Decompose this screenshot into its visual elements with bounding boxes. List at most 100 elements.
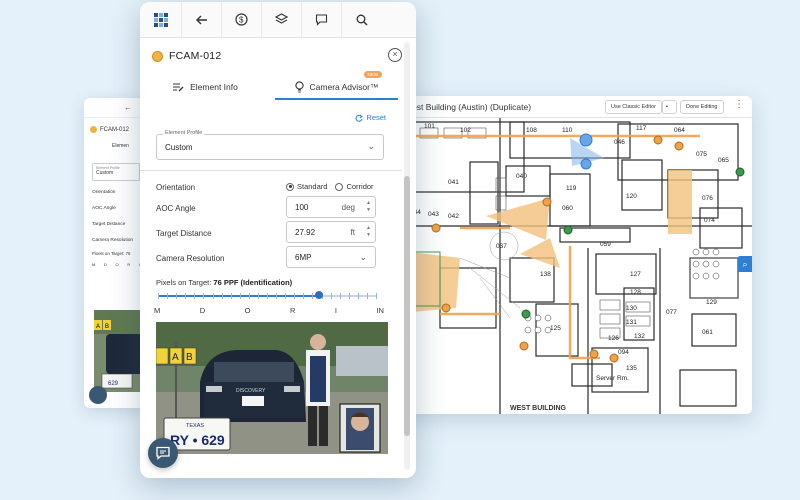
svg-text:040: 040	[516, 173, 527, 180]
app-logo[interactable]	[140, 2, 182, 38]
tab-element-info[interactable]: Element Info	[140, 74, 271, 100]
mini-ppf-scale: M D O R I	[84, 262, 148, 267]
use-classic-editor-button[interactable]: Use Classic Editor	[605, 100, 662, 114]
mini-element-profile[interactable]: Element Profile Custom	[92, 163, 140, 181]
floor-plan-title: est Building (Austin) (Duplicate)	[412, 101, 532, 112]
svg-text:120: 120	[626, 193, 637, 200]
aoc-angle-unit: deg	[341, 203, 355, 212]
more-options-icon[interactable]: ⋮	[734, 99, 744, 110]
svg-text:132: 132	[634, 333, 645, 340]
orientation-corridor-radio[interactable]: Corridor	[335, 182, 374, 191]
svg-text:042: 042	[448, 213, 459, 220]
layers-icon[interactable]	[262, 2, 302, 38]
plate-number: RY • 629	[170, 432, 225, 448]
aoc-angle-value: 100	[295, 203, 309, 212]
chevron-down-icon: ⌄	[367, 141, 375, 151]
stepper-icon[interactable]: ▲ ▼	[366, 200, 371, 214]
target-distance-label: Target Distance	[156, 229, 212, 238]
svg-text:043: 043	[428, 211, 439, 218]
target-distance-input[interactable]: 27.92 ft ▲ ▼	[286, 221, 376, 243]
svg-text:046: 046	[614, 139, 625, 146]
mini-tab-label: Elemen	[112, 143, 129, 149]
svg-text:037: 037	[496, 243, 507, 250]
svg-text:075: 075	[696, 151, 707, 158]
comment-icon[interactable]	[302, 2, 342, 38]
svg-text:108: 108	[526, 127, 537, 134]
ppf-slider-knob-track	[158, 291, 376, 299]
orientation-radio-group: Standard Corridor	[286, 182, 374, 191]
done-editing-button[interactable]: Done Editing	[680, 100, 724, 114]
camera-status-dot	[152, 50, 163, 62]
target-distance-unit: ft	[350, 228, 355, 237]
ppf-scale-r: R	[289, 306, 296, 315]
ppf-scale-i: I	[334, 306, 337, 315]
camera-preview-image: A B DISCOVERY TEXAS RY • 629	[156, 322, 388, 454]
orientation-corridor-label: Corridor	[346, 182, 374, 191]
back-arrow-icon[interactable]	[182, 2, 222, 38]
mini-scale-m: M	[92, 262, 96, 267]
element-profile-select[interactable]: Element Profile Custom ⌄	[156, 130, 384, 160]
pixels-on-target: Pixels on Target: 76 PPF (Identification…	[156, 278, 292, 287]
camera-status-dot	[90, 126, 97, 133]
refresh-icon	[356, 114, 364, 122]
svg-text:Server Rm.: Server Rm.	[596, 375, 629, 382]
element-profile-label: Element Profile	[163, 130, 205, 136]
cost-icon[interactable]: $	[222, 2, 262, 38]
camera-resolution-select[interactable]: 6MP ⌄	[286, 246, 376, 268]
svg-text:076: 076	[702, 195, 713, 202]
svg-text:064: 064	[674, 127, 685, 134]
svg-text:127: 127	[630, 271, 641, 278]
save-icon[interactable]: ▪	[662, 100, 677, 114]
orientation-standard-label: Standard	[297, 182, 328, 191]
camera-title: FCAM-012	[169, 50, 222, 62]
mini-row-orientation: Orientation	[92, 190, 116, 195]
mini-row-distance: Target Distance	[92, 222, 126, 227]
plate-state: TEXAS	[186, 423, 204, 429]
svg-text:110: 110	[562, 127, 573, 134]
mini-chat-button[interactable]	[89, 386, 107, 404]
stepper-icon[interactable]: ▲ ▼	[366, 225, 371, 239]
svg-text:138: 138	[540, 271, 551, 278]
svg-text:129: 129	[706, 299, 717, 306]
chevron-down-icon: ⌄	[359, 252, 367, 262]
floor-plan-map[interactable]: 101102 108 110 117 064 046075065 041040119 …	[400, 118, 752, 414]
svg-text:119: 119	[566, 185, 577, 192]
svg-text:059: 059	[600, 241, 611, 248]
chat-button[interactable]	[148, 438, 178, 468]
sign-letter-a: A	[172, 352, 179, 363]
ppf-scale: M D O R I IN	[154, 306, 384, 315]
back-arrow-icon[interactable]: ←	[124, 103, 132, 112]
pixels-on-target-value: 76 PPF (Identification)	[213, 278, 293, 287]
mini-tab-element-info[interactable]: Elemen	[84, 137, 148, 159]
tab-element-info-label: Element Info	[190, 82, 238, 92]
floor-plan-footer: WEST BUILDING	[510, 405, 567, 412]
svg-text:060: 060	[562, 205, 573, 212]
floor-plan-window: est Building (Austin) (Duplicate) Use Cl…	[400, 96, 752, 414]
mini-row-ppt: Pixels on Target: 76	[92, 251, 131, 256]
panel-scrollbar-thumb[interactable]	[404, 176, 410, 436]
camera-header: FCAM-012 ×	[152, 46, 402, 66]
mini-camera-title: FCAM-012	[100, 126, 130, 133]
svg-text:061: 061	[702, 329, 713, 336]
svg-text:130: 130	[626, 305, 637, 312]
panel-scrollbar[interactable]	[404, 42, 410, 470]
ppf-scale-d: D	[199, 306, 206, 315]
search-icon[interactable]	[342, 2, 382, 38]
svg-text:128: 128	[630, 289, 641, 296]
floor-plan-toolbar: est Building (Austin) (Duplicate) Use Cl…	[400, 96, 752, 118]
svg-text:101: 101	[424, 123, 435, 130]
svg-text:131: 131	[626, 319, 637, 326]
mini-scale-r: R	[127, 262, 131, 267]
reset-button[interactable]: Reset	[355, 113, 386, 122]
close-icon[interactable]: ×	[388, 48, 402, 62]
zoom-search-icon[interactable]: ⌕	[738, 256, 752, 272]
aoc-angle-label: AOC Angle	[156, 204, 196, 213]
orientation-standard-radio[interactable]: Standard	[286, 182, 327, 191]
mini-scale-d: D	[104, 262, 107, 267]
svg-text:$: $	[239, 16, 244, 25]
tab-camera-advisor[interactable]: Camera Advisor™ NEW	[271, 71, 402, 100]
top-toolbar: $	[140, 2, 416, 38]
ppf-scale-o: O	[244, 306, 251, 315]
mini-profile-value: Custom	[96, 170, 114, 176]
aoc-angle-input[interactable]: 100 deg ▲ ▼	[286, 196, 376, 218]
